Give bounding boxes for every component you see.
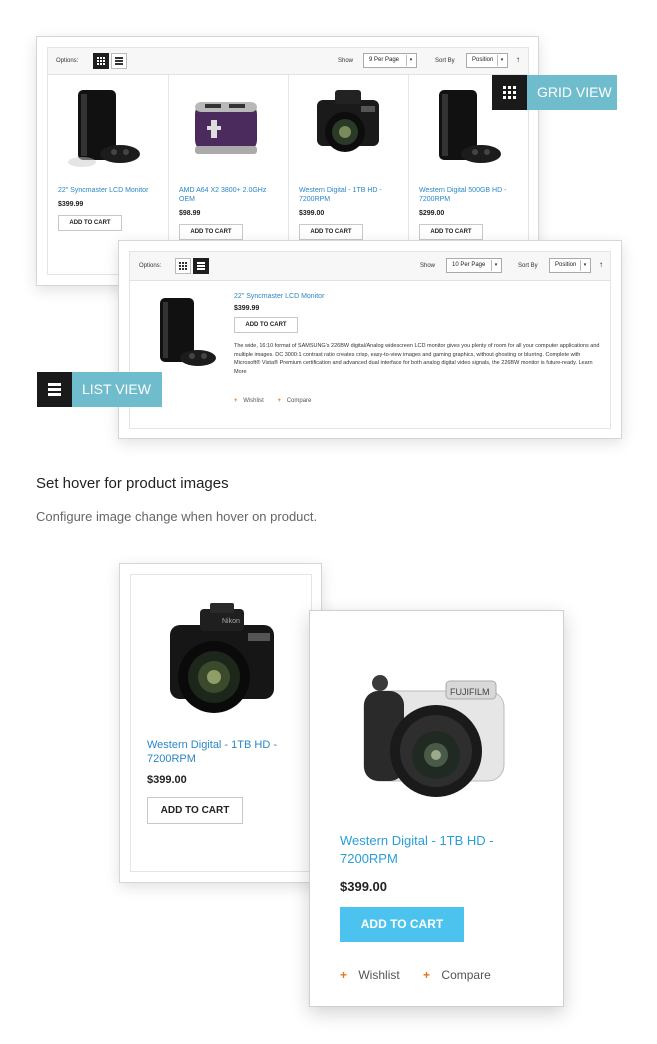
- svg-text:FUJIFILM: FUJIFILM: [450, 687, 490, 697]
- grid-view-label: GRID VIEW: [537, 84, 612, 100]
- product-description: The wide, 16:10 format of SAMSUNG's 226B…: [234, 342, 602, 376]
- svg-text:Nikon: Nikon: [222, 618, 240, 625]
- sort-direction-icon[interactable]: ↑: [516, 55, 520, 64]
- product-name-link[interactable]: Western Digital - 1TB HD - 7200RPM: [340, 832, 520, 868]
- product-name-link[interactable]: Western Digital - 1TB HD - 7200RPM: [147, 738, 287, 766]
- product-price: $98.99: [179, 210, 201, 217]
- grid-product-1: 22" Syncmaster LCD Monitor $399.99 ADD T…: [48, 75, 167, 255]
- camera-image[interactable]: FUJIFILM: [350, 651, 520, 811]
- chevron-down-icon: ▾: [580, 260, 589, 271]
- product-price: $399.99: [234, 305, 260, 312]
- add-to-cart-button[interactable]: ADD TO CART: [340, 907, 464, 942]
- add-to-cart-button[interactable]: ADD TO CART: [147, 797, 243, 824]
- sort-value: Position: [555, 262, 577, 268]
- product-name-link[interactable]: 22" Syncmaster LCD Monitor: [58, 186, 158, 195]
- console-image[interactable]: [62, 80, 152, 170]
- list-view-inner: Options: Show 10 Per Page ▾ Sort By Posi…: [129, 251, 611, 429]
- add-to-cart-button[interactable]: ADD TO CART: [58, 215, 122, 231]
- list-icon: [37, 372, 72, 407]
- list-view-banner: LIST VIEW: [37, 372, 162, 407]
- plus-icon: +: [234, 398, 238, 404]
- list-view-panel: Options: Show 10 Per Page ▾ Sort By Posi…: [118, 240, 622, 439]
- add-to-cart-button[interactable]: ADD TO CART: [299, 224, 363, 240]
- toaster-image[interactable]: [183, 80, 273, 170]
- product-name-link[interactable]: 22" Syncmaster LCD Monitor: [234, 292, 324, 301]
- grid-view-banner: GRID VIEW: [492, 75, 617, 110]
- grid-toolbar: Options: Show 9 Per Page ▾ Sort By Posit…: [48, 48, 528, 75]
- sort-value: Position: [472, 57, 494, 63]
- product-card-hover: FUJIFILM Western Digital - 1TB HD - 7200…: [309, 610, 564, 1007]
- product-name-link[interactable]: Western Digital - 1TB HD - 7200RPM: [299, 186, 399, 204]
- grid-icon: [179, 262, 187, 270]
- per-page-value: 10 Per Page: [452, 262, 486, 268]
- add-to-cart-button[interactable]: ADD TO CART: [234, 317, 298, 333]
- product-name-link[interactable]: Western Digital 500GB HD - 7200RPM: [419, 186, 519, 204]
- grid-view-toggle[interactable]: [175, 258, 191, 274]
- list-view-label: LIST VIEW: [82, 381, 151, 397]
- list-icon: [115, 57, 123, 65]
- sort-direction-icon[interactable]: ↑: [599, 260, 603, 269]
- options-label: Options:: [139, 263, 162, 269]
- console-image[interactable]: [146, 292, 226, 372]
- product-price: $399.00: [299, 210, 325, 217]
- chevron-down-icon: ▾: [491, 260, 500, 271]
- list-view-toggle[interactable]: [193, 258, 209, 274]
- description-text: The wide, 16:10 format of SAMSUNG's 226B…: [234, 343, 600, 366]
- section-subheading: Configure image change when hover on pro…: [36, 509, 318, 524]
- sort-label: Sort By: [435, 58, 455, 64]
- product-name-link[interactable]: AMD A64 X2 3800+ 2.0GHz OEM: [179, 186, 279, 204]
- per-page-select[interactable]: 9 Per Page ▾: [363, 53, 417, 68]
- product-card-inner: Nikon Western Digital - 1TB HD - 7200RPM…: [130, 574, 312, 872]
- plus-icon: +: [340, 968, 348, 982]
- chevron-down-icon: ▾: [406, 55, 415, 66]
- list-icon: [197, 262, 205, 270]
- list-view-toggle[interactable]: [111, 53, 127, 69]
- show-label: Show: [338, 58, 354, 64]
- camera-image[interactable]: Nikon: [156, 595, 286, 720]
- product-price: $299.00: [419, 210, 445, 217]
- wishlist-link[interactable]: Wishlist: [358, 968, 399, 982]
- list-actions: + Wishlist + Compare: [234, 398, 311, 404]
- wishlist-link[interactable]: Wishlist: [243, 398, 264, 404]
- plus-icon: +: [423, 968, 431, 982]
- plus-icon: +: [277, 398, 282, 404]
- card-actions: + Wishlist + Compare: [340, 968, 491, 982]
- chevron-down-icon: ▾: [497, 55, 506, 66]
- compare-link[interactable]: Compare: [287, 398, 312, 404]
- grid-icon: [492, 75, 527, 110]
- per-page-value: 9 Per Page: [369, 57, 400, 63]
- sort-select[interactable]: Position ▾: [466, 53, 508, 68]
- product-price: $399.00: [147, 774, 187, 786]
- grid-icon: [97, 57, 105, 65]
- section-heading: Set hover for product images: [36, 475, 229, 492]
- options-label: Options:: [56, 58, 79, 64]
- list-toolbar: Options: Show 10 Per Page ▾ Sort By Posi…: [130, 252, 610, 281]
- per-page-select[interactable]: 10 Per Page ▾: [446, 258, 502, 273]
- grid-view-toggle[interactable]: [93, 53, 109, 69]
- product-price: $399.99: [58, 201, 84, 208]
- compare-link[interactable]: Compare: [441, 968, 490, 982]
- grid-product-2: AMD A64 X2 3800+ 2.0GHz OEM $98.99 ADD T…: [169, 75, 288, 255]
- show-label: Show: [420, 263, 436, 269]
- add-to-cart-button[interactable]: ADD TO CART: [179, 224, 243, 240]
- grid-product-3: Western Digital - 1TB HD - 7200RPM $399.…: [289, 75, 408, 255]
- product-price: $399.00: [340, 879, 387, 894]
- sort-label: Sort By: [518, 263, 538, 269]
- camera-image[interactable]: [303, 80, 393, 170]
- add-to-cart-button[interactable]: ADD TO CART: [419, 224, 483, 240]
- sort-select[interactable]: Position ▾: [549, 258, 591, 273]
- product-card-default: Nikon Western Digital - 1TB HD - 7200RPM…: [119, 563, 322, 883]
